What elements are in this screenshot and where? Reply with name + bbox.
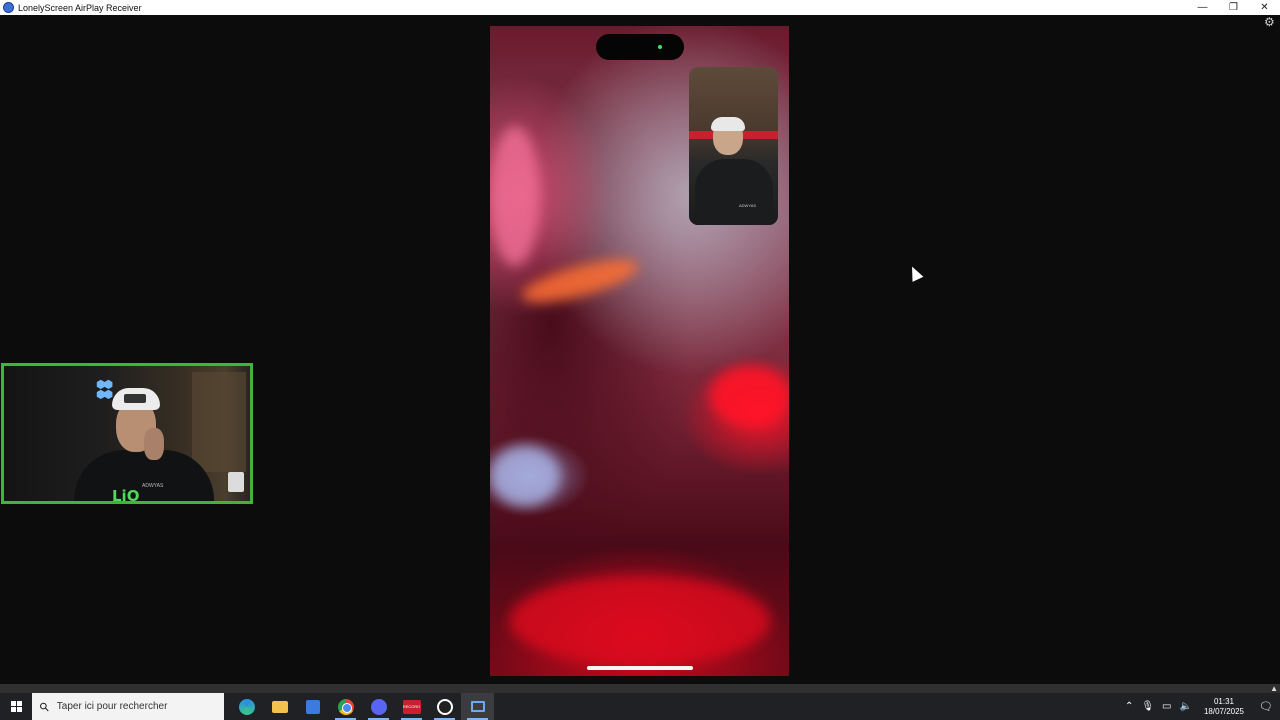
camera-indicator-dot	[658, 45, 662, 49]
obs-icon	[436, 698, 453, 715]
chrome-icon	[337, 698, 354, 715]
person-cap	[711, 117, 745, 131]
chevron-up-icon[interactable]: ⌃	[1125, 701, 1133, 712]
restore-button[interactable]: ❐	[1218, 0, 1249, 15]
clock-date: 18/07/2025	[1203, 706, 1244, 716]
screen-mirror-icon	[470, 701, 485, 712]
gear-icon[interactable]: ⚙	[1264, 16, 1276, 28]
close-button[interactable]: ✕	[1249, 0, 1280, 15]
mug	[228, 472, 244, 492]
shirt-text: ADWYAS	[142, 483, 164, 489]
taskbar-search-box[interactable]: ⚲ Taper ici pour rechercher	[32, 693, 224, 720]
discord-icon	[370, 698, 387, 715]
system-tray: ⌃ 🎙 ▭ 🔈 01:31 18/07/2025 🗨	[1121, 693, 1280, 720]
search-placeholder: Taper ici pour rechercher	[56, 701, 168, 712]
taskbar-file-explorer[interactable]	[263, 693, 296, 720]
scroll-arrow-icon[interactable]: ▲	[1270, 684, 1278, 693]
phone-mirror-screen: ADWYAS	[490, 26, 789, 676]
shelf	[192, 372, 246, 472]
clock-time: 01:31	[1213, 696, 1234, 706]
dynamic-island	[596, 34, 684, 60]
notification-icon[interactable]: 🗨	[1252, 693, 1280, 720]
taskbar-store[interactable]	[296, 693, 329, 720]
file-explorer-icon	[271, 700, 288, 713]
taskbar-discord[interactable]	[362, 693, 395, 720]
edge-icon	[238, 698, 255, 715]
webcam-overlay: ⬢⬢ ⬢⬢ ADWYAS LiO	[1, 363, 253, 504]
person-hand	[144, 428, 164, 460]
person-body	[695, 159, 773, 225]
title-bar: LonelyScreen AirPlay Receiver — ❐ ✕	[0, 0, 1280, 15]
taskbar: ⚲ Taper ici pour rechercher RECORD	[0, 693, 1280, 720]
volume-icon[interactable]: 🔈	[1180, 701, 1192, 712]
taskbar-recorder[interactable]: RECORD	[395, 693, 428, 720]
horizontal-scrollbar[interactable]	[0, 684, 1280, 693]
clock[interactable]: 01:31 18/07/2025	[1204, 697, 1244, 717]
minimize-button[interactable]: —	[1187, 0, 1218, 15]
window-controls: — ❐ ✕	[1187, 0, 1280, 15]
home-indicator[interactable]	[587, 666, 693, 670]
shirt-text: ADWYAS	[739, 203, 757, 208]
window-title: LonelyScreen AirPlay Receiver	[18, 2, 142, 13]
start-button[interactable]	[0, 693, 32, 720]
blurred-light	[510, 576, 770, 666]
blurred-shape	[490, 126, 540, 266]
recorder-icon: RECORD	[402, 699, 421, 714]
blurred-shape	[490, 446, 560, 506]
blurred-light	[518, 250, 642, 312]
taskbar-edge[interactable]	[230, 693, 263, 720]
stream-logo: LiO	[112, 487, 140, 504]
network-icon[interactable]: ▭	[1162, 701, 1171, 712]
taskbar-lonelyscreen[interactable]	[461, 693, 494, 720]
taskbar-apps: RECORD	[230, 693, 494, 720]
microphone-icon[interactable]: 🎙	[1141, 701, 1154, 712]
windows-logo-icon	[10, 701, 22, 712]
store-icon	[305, 699, 320, 714]
facetime-self-view[interactable]: ADWYAS	[689, 67, 778, 225]
cap-logo	[124, 394, 146, 403]
mouse-cursor-icon	[906, 264, 924, 282]
app-icon	[3, 2, 14, 13]
taskbar-obs[interactable]	[428, 693, 461, 720]
search-icon: ⚲	[36, 698, 53, 715]
taskbar-chrome[interactable]	[329, 693, 362, 720]
blurred-light	[710, 366, 789, 426]
